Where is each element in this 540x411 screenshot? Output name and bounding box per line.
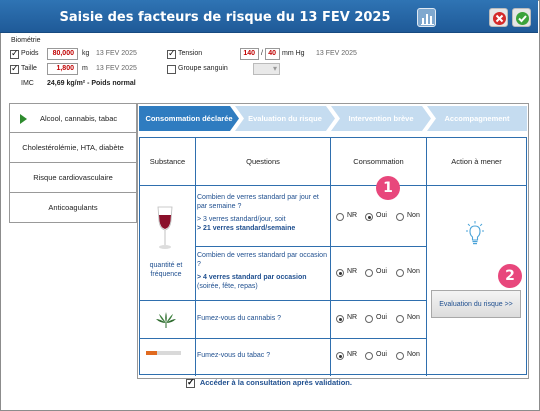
radio-oui[interactable] — [365, 269, 373, 277]
menu-item-label: Alcool, cannabis, tabac — [40, 113, 118, 123]
tobacco-level-fill — [146, 351, 157, 355]
annotation-badge-2: 2 — [498, 264, 522, 288]
menu-item-cardio[interactable]: Risque cardiovasculaire — [9, 163, 137, 193]
radio-oui[interactable] — [365, 352, 373, 360]
title-bar: Saisie des facteurs de risque du 13 FEV … — [0, 0, 538, 33]
radio-label: Oui — [376, 314, 387, 321]
radio-label: Non — [407, 212, 420, 219]
radio-label: NR — [347, 351, 358, 358]
menu-item-label: Risque cardiovasculaire — [33, 173, 113, 182]
groupe-sanguin-checkbox[interactable] — [167, 65, 176, 74]
taille-input[interactable]: 1,800 — [47, 63, 78, 75]
radio-label: Oui — [376, 212, 387, 219]
question-highlight: > 21 verres standard/semaine — [197, 225, 296, 232]
radio-label: Oui — [376, 268, 387, 275]
radio-nr[interactable] — [336, 315, 344, 323]
poids-input[interactable]: 80,000 — [47, 48, 78, 60]
annotation-badge-1: 1 — [376, 176, 400, 200]
tobacco-level-bar — [146, 351, 181, 355]
light-bulb-icon — [466, 221, 484, 245]
validate-button[interactable] — [512, 8, 531, 27]
radio-label: Non — [407, 351, 420, 358]
radio-label: Oui — [376, 351, 387, 358]
radio-nr[interactable] — [336, 213, 344, 221]
footer: Accéder à la consultation après validati… — [0, 377, 538, 388]
radio-oui[interactable] — [365, 315, 373, 323]
tension-systolic-input[interactable]: 140 — [240, 48, 259, 60]
tension-diastolic-input[interactable]: 40 — [265, 48, 280, 60]
alcohol-substance-label: quantité et fréquence — [149, 262, 183, 278]
poids-label: Poids — [21, 50, 39, 57]
header-action: Action à mener — [427, 138, 526, 186]
close-icon — [493, 12, 506, 25]
play-arrow-icon — [20, 114, 27, 124]
poids-unit: kg — [82, 50, 90, 57]
radio-nr[interactable] — [336, 269, 344, 277]
step-evaluation[interactable]: Evaluation du risque — [235, 106, 335, 131]
radio-label: Non — [407, 268, 420, 275]
question-text: Combien de verres standard par occasion … — [197, 252, 327, 268]
access-consultation-checkbox[interactable] — [186, 377, 196, 388]
groupe-sanguin-label: Groupe sanguin — [178, 65, 228, 72]
access-consultation-label: Accéder à la consultation après validati… — [199, 378, 352, 387]
taille-unit: m — [82, 65, 88, 72]
tension-date: 13 FEV 2025 — [316, 50, 357, 57]
menu-item-alcool[interactable]: Alcool, cannabis, tabac — [9, 103, 137, 133]
taille-checkbox[interactable] — [10, 63, 19, 74]
imc-value: 24,69 kg/m² - Poids normal — [47, 80, 136, 87]
radio-nr[interactable] — [336, 352, 344, 360]
question-row-2: Combien de verres standard par occasion … — [197, 251, 327, 291]
radio-label: Non — [407, 314, 420, 321]
wine-glass-icon — [157, 206, 173, 249]
menu-item-anticoagulants[interactable]: Anticoagulants — [9, 193, 137, 223]
question-row-1: Combien de verres standard par jour et p… — [197, 193, 327, 233]
biometrie-heading: Biométrie — [11, 37, 41, 44]
radio-non[interactable] — [396, 315, 404, 323]
radio-label: NR — [347, 314, 358, 321]
question-highlight: > 4 verres standard par occasion — [197, 274, 307, 281]
header-substance: Substance — [140, 138, 196, 186]
chart-button[interactable] — [417, 8, 436, 27]
header-questions: Questions — [196, 138, 331, 186]
radio-non[interactable] — [396, 352, 404, 360]
cannabis-leaf-icon — [156, 312, 176, 328]
step-consommation[interactable]: Consommation déclarée — [139, 106, 239, 131]
taille-date: 13 FEV 2025 — [96, 65, 137, 72]
menu-item-label: Cholestérolémie, HTA, diabète — [22, 143, 124, 152]
taille-label: Taille — [21, 65, 37, 72]
tension-separator: / — [261, 50, 263, 57]
tension-unit: mm Hg — [282, 50, 305, 57]
question-note: (soirée, fête, repas) — [197, 283, 258, 290]
check-icon — [516, 12, 529, 25]
radio-oui[interactable] — [365, 213, 373, 221]
radio-non[interactable] — [396, 213, 404, 221]
question-text: Fumez-vous du cannabis ? — [197, 315, 282, 322]
bar-chart-icon — [421, 14, 434, 25]
question-row-3: Fumez-vous du cannabis ? — [197, 314, 327, 323]
window-title: Saisie des facteurs de risque du 13 FEV … — [59, 10, 391, 25]
poids-date: 13 FEV 2025 — [96, 50, 137, 57]
menu-item-label: Anticoagulants — [48, 203, 98, 212]
question-row-4: Fumez-vous du tabac ? — [197, 351, 327, 360]
poids-checkbox[interactable] — [10, 48, 19, 59]
radio-non[interactable] — [396, 269, 404, 277]
radio-label: NR — [347, 268, 358, 275]
radio-label: NR — [347, 212, 358, 219]
imc-label: IMC — [21, 80, 34, 87]
groupe-sanguin-select[interactable] — [253, 63, 280, 75]
menu-item-cholesterol[interactable]: Cholestérolémie, HTA, diabète — [9, 133, 137, 163]
category-menu: Alcool, cannabis, tabac Cholestérolémie,… — [9, 103, 137, 223]
question-text: Combien de verres standard par jour et p… — [197, 194, 319, 210]
tension-checkbox[interactable] — [167, 48, 176, 59]
evaluate-risk-button[interactable]: Evaluation du risque >> — [431, 290, 521, 318]
question-text: Fumez-vous du tabac ? — [197, 352, 271, 359]
question-detail: > 3 verres standard/jour, soit — [197, 216, 286, 223]
cancel-button[interactable] — [489, 8, 508, 27]
step-accompagnement[interactable]: Accompagnement — [427, 106, 527, 131]
step-intervention[interactable]: Intervention brève — [331, 106, 431, 131]
tension-label: Tension — [178, 50, 203, 57]
